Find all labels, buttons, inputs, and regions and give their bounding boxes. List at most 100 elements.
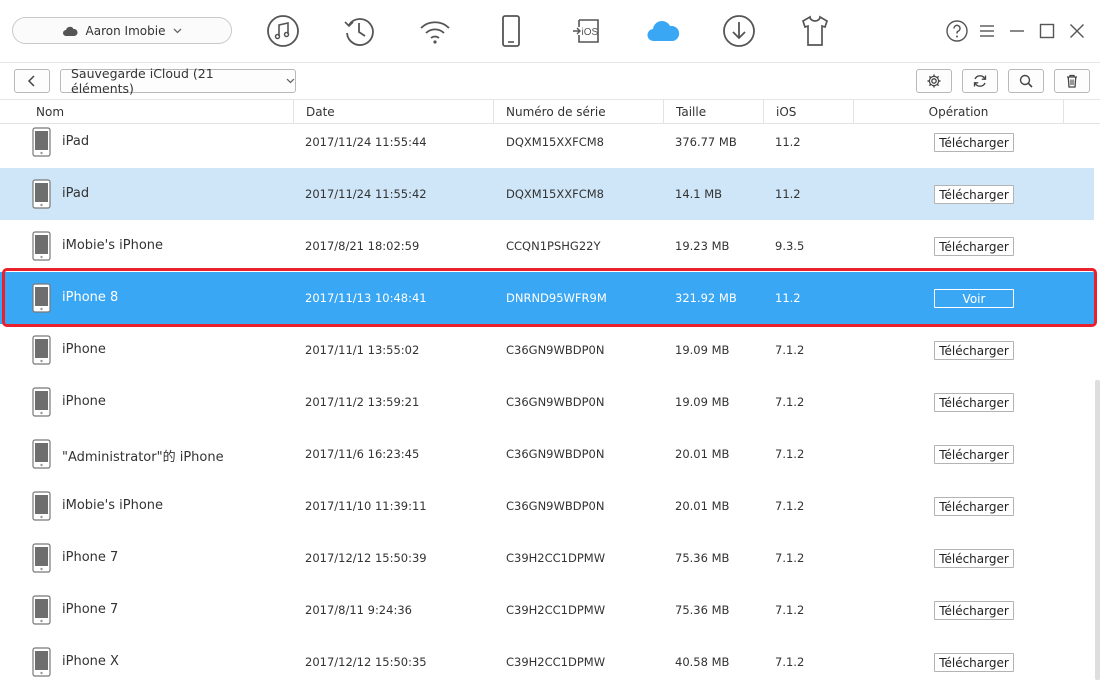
svg-text:iOS: iOS	[582, 27, 599, 38]
column-header-ios[interactable]: iOS	[764, 100, 854, 124]
phone-device-icon	[32, 179, 51, 209]
row-name: iPhone 7	[62, 550, 119, 565]
column-header-name[interactable]: Nom	[24, 100, 294, 124]
table-header: Nom Date Numéro de série Taille iOS Opér…	[0, 100, 1100, 124]
back-button[interactable]	[14, 69, 50, 93]
menu-button[interactable]	[976, 20, 998, 42]
phone-device-icon	[32, 543, 51, 573]
nav-music[interactable]	[262, 10, 304, 52]
search-button[interactable]	[1008, 69, 1044, 93]
nav-toolkit[interactable]	[794, 10, 836, 52]
table-row[interactable]: iPhone 7 2017/8/11 9:24:36 C39H2CC1DPMW …	[0, 584, 1094, 636]
settings-button[interactable]	[916, 69, 952, 93]
maximize-button[interactable]	[1036, 20, 1058, 42]
row-date: 2017/11/2 13:59:21	[305, 395, 420, 409]
row-serial: CCQN1PSHG22Y	[506, 239, 601, 253]
row-date: 2017/11/13 10:48:41	[305, 291, 427, 305]
phone-device-icon	[32, 387, 51, 417]
phone-icon	[502, 15, 520, 47]
phone-device-icon	[32, 231, 51, 261]
row-ios: 7.1.2	[775, 655, 805, 669]
row-serial: C36GN9WBDP0N	[506, 447, 605, 461]
column-header-serial[interactable]: Numéro de série	[494, 100, 664, 124]
table-row[interactable]: iMobie's iPhone 2017/11/10 11:39:11 C36G…	[0, 480, 1094, 532]
row-date: 2017/12/12 15:50:35	[305, 655, 427, 669]
refresh-button[interactable]	[962, 69, 998, 93]
download-button[interactable]: Télécharger	[934, 601, 1014, 620]
table-row[interactable]: iPad 2017/11/24 11:55:44 DQXM15XXFCM8 37…	[0, 124, 1094, 168]
table-row[interactable]: iMobie's iPhone 2017/8/21 18:02:59 CCQN1…	[0, 220, 1094, 272]
row-serial: C39H2CC1DPMW	[506, 655, 606, 669]
row-ios: 7.1.2	[775, 603, 805, 617]
nav-wifi[interactable]	[414, 10, 456, 52]
table-row[interactable]: iPhone X 2017/12/12 15:50:35 C39H2CC1DPM…	[0, 636, 1094, 686]
download-button[interactable]: Télécharger	[934, 237, 1014, 256]
cloud-icon	[62, 26, 78, 36]
row-ios: 7.1.2	[775, 447, 805, 461]
row-ios: 7.1.2	[775, 499, 805, 513]
help-icon	[946, 20, 968, 42]
table-row[interactable]: iPhone 2017/11/1 13:55:02 C36GN9WBDP0N 1…	[0, 324, 1094, 376]
table-row[interactable]: iPhone 2017/11/2 13:59:21 C36GN9WBDP0N 1…	[0, 376, 1094, 428]
table-row-selected[interactable]: iPhone 8 2017/11/13 10:48:41 DNRND95WFR9…	[0, 272, 1094, 324]
refresh-icon	[973, 75, 987, 87]
row-size: 321.92 MB	[675, 291, 737, 305]
nav-history[interactable]	[338, 10, 380, 52]
phone-device-icon	[32, 647, 51, 677]
table-row[interactable]: iPad 2017/11/24 11:55:42 DQXM15XXFCM8 14…	[0, 168, 1094, 220]
row-serial: C36GN9WBDP0N	[506, 343, 605, 357]
delete-button[interactable]	[1054, 69, 1090, 93]
row-size: 40.58 MB	[675, 655, 730, 669]
download-button[interactable]: Télécharger	[934, 653, 1014, 672]
row-serial: DQXM15XXFCM8	[506, 187, 604, 201]
row-name: "Administrator"的 iPhone	[62, 450, 224, 465]
phone-device-icon	[32, 283, 51, 313]
table-row[interactable]: "Administrator"的 iPhone 2017/11/6 16:23:…	[0, 428, 1094, 480]
row-date: 2017/11/24 11:55:44	[305, 135, 427, 149]
nav-icloud[interactable]	[642, 10, 684, 52]
row-date: 2017/11/10 11:39:11	[305, 499, 427, 513]
row-size: 20.01 MB	[675, 447, 730, 461]
column-header-date[interactable]: Date	[294, 100, 494, 124]
table-row[interactable]: iPhone 7 2017/12/12 15:50:39 C39H2CC1DPM…	[0, 532, 1094, 584]
phone-device-icon	[32, 127, 51, 157]
row-name: iPhone 8	[62, 290, 119, 305]
close-button[interactable]	[1066, 20, 1088, 42]
minimize-button[interactable]	[1006, 20, 1028, 42]
icloud-icon	[647, 21, 680, 42]
download-button[interactable]: Télécharger	[934, 341, 1014, 360]
nav-device[interactable]	[490, 10, 532, 52]
row-size: 14.1 MB	[675, 187, 723, 201]
phone-device-icon	[32, 595, 51, 625]
column-header-size[interactable]: Taille	[664, 100, 764, 124]
chevron-down-icon	[286, 78, 295, 84]
row-name: iMobie's iPhone	[62, 238, 164, 253]
menu-icon	[980, 25, 994, 37]
history-icon	[344, 18, 374, 46]
nav-download[interactable]	[718, 10, 760, 52]
music-icon	[267, 15, 299, 47]
download-icon	[723, 15, 755, 47]
backup-selector-label: Sauvegarde iCloud (21 éléments)	[71, 66, 214, 96]
nav-ios-transfer[interactable]: iOS	[566, 10, 608, 52]
download-button[interactable]: Télécharger	[934, 497, 1014, 516]
backup-selector[interactable]: Sauvegarde iCloud (21 éléments)	[60, 66, 296, 96]
row-ios: 9.3.5	[775, 239, 805, 253]
row-size: 19.23 MB	[675, 239, 730, 253]
row-ios: 7.1.2	[775, 395, 805, 409]
download-button[interactable]: Télécharger	[934, 393, 1014, 412]
row-serial: C39H2CC1DPMW	[506, 603, 606, 617]
maximize-icon	[1039, 23, 1055, 39]
row-serial: DNRND95WFR9M	[506, 291, 607, 305]
scrollbar-thumb[interactable]	[1095, 380, 1100, 680]
device-selector[interactable]: Aaron Imobie	[12, 17, 232, 44]
download-button[interactable]: Télécharger	[934, 549, 1014, 568]
row-ios: 11.2	[775, 291, 801, 305]
download-button[interactable]: Télécharger	[934, 445, 1014, 464]
download-button[interactable]: Télécharger	[934, 133, 1014, 152]
download-button[interactable]: Télécharger	[934, 185, 1014, 204]
row-size: 75.36 MB	[675, 603, 730, 617]
view-button[interactable]: Voir	[934, 289, 1014, 308]
help-button[interactable]	[946, 20, 968, 42]
wifi-icon	[420, 21, 450, 44]
